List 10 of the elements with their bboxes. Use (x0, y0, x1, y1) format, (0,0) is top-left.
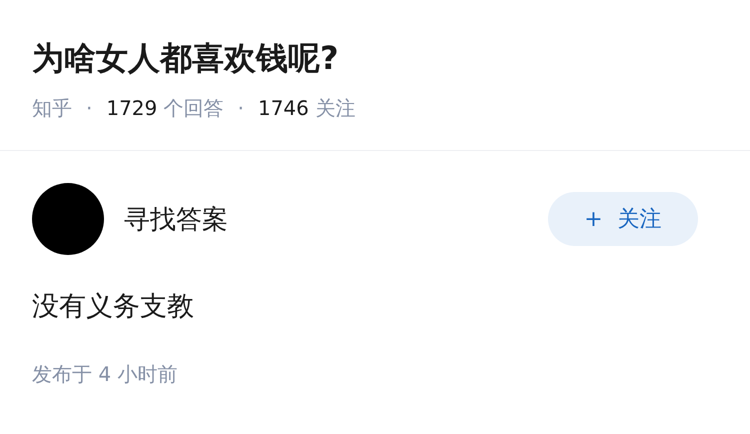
publish-time: 发布于 4 小时前 (32, 361, 178, 388)
follow-button[interactable]: + 关注 (548, 192, 698, 246)
source-link[interactable]: 知乎 (32, 94, 72, 122)
question-title: 为啥女人都喜欢钱呢? (32, 38, 340, 79)
answer-text: 没有义务支教 (32, 290, 195, 324)
separator-dot: · (238, 95, 244, 122)
separator-dot: · (86, 95, 92, 122)
count-label: 1746 关注 (258, 95, 356, 122)
count-label: 1729 个回答 (106, 95, 224, 122)
author-name[interactable]: 寻找答案 (124, 202, 548, 236)
